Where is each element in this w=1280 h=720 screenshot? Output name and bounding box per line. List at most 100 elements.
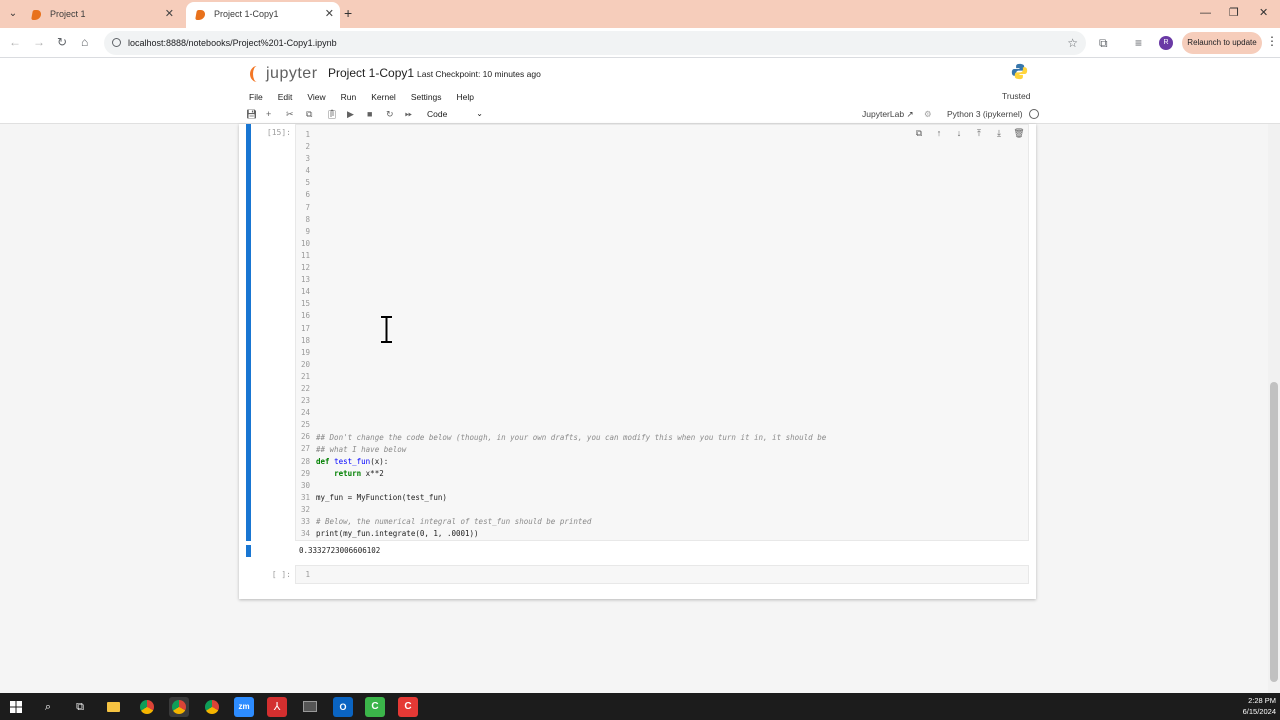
- jupyterlab-link[interactable]: JupyterLab ↗ ⚙: [862, 106, 932, 122]
- active-output-indicator: [246, 545, 251, 557]
- acrobat-icon[interactable]: ⅄: [267, 697, 287, 717]
- browser-tab-project-1[interactable]: Project 1 ✕: [22, 2, 180, 28]
- menu-view[interactable]: View: [307, 92, 325, 102]
- chrome-profile-icon[interactable]: [169, 697, 189, 717]
- line-number: 2: [305, 142, 310, 152]
- tab-title: Project 1: [50, 9, 86, 19]
- cut-icon[interactable]: ✂: [286, 106, 294, 122]
- settings-gear-icon[interactable]: ⚙: [924, 109, 932, 119]
- cell-type-select[interactable]: Code ⌄: [427, 106, 483, 122]
- duplicate-cell-icon[interactable]: ⧉: [913, 127, 925, 139]
- line-number: 27: [300, 444, 310, 454]
- address-bar[interactable]: localhost:8888/notebooks/Project%201-Cop…: [104, 31, 1086, 55]
- menu-file[interactable]: File: [249, 92, 263, 102]
- restart-icon[interactable]: ↻: [386, 106, 394, 122]
- jupyter-orbit-icon: [250, 66, 264, 82]
- menu-kernel[interactable]: Kernel: [371, 92, 396, 102]
- cell-execution-prompt: [15]:: [266, 128, 291, 137]
- notebook-title[interactable]: Project 1-Copy1: [328, 65, 414, 81]
- kernel-name[interactable]: Python 3 (ipykernel): [947, 106, 1023, 122]
- copy-icon[interactable]: ⧉: [306, 106, 312, 122]
- camtasia-icon[interactable]: C: [365, 697, 385, 717]
- trusted-indicator[interactable]: Trusted: [1002, 89, 1031, 103]
- empty-code-cell-editor[interactable]: 1: [295, 565, 1029, 584]
- cell-output: 0.3332723006606102: [299, 546, 381, 555]
- profile-avatar[interactable]: R: [1159, 36, 1173, 50]
- code-line-31: my_fun = MyFunction(test_fun): [316, 492, 447, 502]
- menu-bar: File Edit View Run Kernel Settings Help: [249, 90, 489, 104]
- last-checkpoint: Last Checkpoint: 10 minutes ago: [417, 69, 541, 79]
- line-number: 31: [300, 492, 310, 502]
- search-icon[interactable]: ⌕: [38, 697, 58, 717]
- windows-taskbar: ⌕ ⧉ zm ⅄ O C C 2:28 PM 6/15/2024: [0, 693, 1280, 720]
- insert-above-icon[interactable]: ⤒: [973, 127, 985, 139]
- insert-cell-plus-icon[interactable]: +: [266, 106, 271, 122]
- close-tab-icon[interactable]: ✕: [165, 2, 174, 26]
- stop-icon[interactable]: ■: [367, 106, 372, 122]
- paste-icon[interactable]: 📋︎: [326, 106, 337, 122]
- forward-icon[interactable]: →: [33, 34, 45, 50]
- line-number: 22: [300, 383, 310, 393]
- line-number: 20: [300, 359, 310, 369]
- scrollbar-thumb[interactable]: [1270, 382, 1278, 682]
- extension-icon[interactable]: ⧉: [1099, 35, 1108, 51]
- browser-menu-kebab-icon[interactable]: ⋮: [1266, 34, 1278, 48]
- line-number: 34: [300, 529, 310, 539]
- system-clock[interactable]: 2:28 PM 6/15/2024: [1236, 695, 1276, 717]
- chrome-icon[interactable]: [137, 697, 157, 717]
- jupyter-favicon-icon: [195, 10, 206, 20]
- run-icon[interactable]: ▶: [347, 106, 354, 122]
- code-cell-editor[interactable]: 1 2 3 4 5 6 7 8 9 10 11 12 13 14 15 16 17 18 19 20 21 22 23 24 2…: [295, 124, 1029, 541]
- browser-tab-strip: ⌄ Project 1 ✕ Project 1-Copy1 ✕ + — ❐ ✕: [0, 0, 1280, 28]
- restart-run-all-icon[interactable]: ⏩︎: [405, 106, 412, 122]
- close-tab-icon[interactable]: ✕: [325, 2, 334, 26]
- line-number: 33: [300, 517, 310, 526]
- restore-icon[interactable]: ❐: [1229, 5, 1239, 21]
- menu-edit[interactable]: Edit: [278, 92, 293, 102]
- back-icon[interactable]: ←: [9, 34, 21, 50]
- jupyter-favicon-icon: [31, 10, 42, 20]
- menu-settings[interactable]: Settings: [411, 92, 442, 102]
- window-close-icon[interactable]: ✕: [1259, 5, 1268, 21]
- windows-start-icon[interactable]: [6, 697, 26, 717]
- move-up-arrow-icon[interactable]: ↑: [933, 127, 945, 139]
- browser-tab-project-1-copy1[interactable]: Project 1-Copy1 ✕: [186, 2, 340, 28]
- line-number: 30: [300, 480, 310, 490]
- camtasia-recorder-icon[interactable]: C: [398, 697, 418, 717]
- code-line-34: print(my_fun.integrate(0, 1, .0001)): [316, 529, 479, 539]
- line-number: 17: [300, 323, 310, 333]
- reload-icon[interactable]: ↻: [57, 34, 67, 50]
- task-view-icon[interactable]: ⧉: [70, 697, 90, 717]
- line-number: 15: [300, 299, 310, 309]
- tab-title: Project 1-Copy1: [214, 9, 279, 19]
- delete-cell-trash-icon[interactable]: 🗑︎: [1013, 127, 1025, 139]
- move-down-arrow-icon[interactable]: ↓: [953, 127, 965, 139]
- new-tab-plus-icon[interactable]: +: [344, 5, 352, 21]
- line-number: 5: [305, 178, 310, 188]
- home-icon[interactable]: ⌂: [81, 34, 88, 50]
- line-number: 21: [300, 371, 310, 381]
- save-icon[interactable]: 💾︎: [246, 106, 257, 122]
- chrome-alt-icon[interactable]: [202, 697, 222, 717]
- jupyter-logo[interactable]: jupyter: [248, 63, 318, 85]
- media-controls-icon[interactable]: ≡: [1135, 35, 1142, 51]
- keyword-return: return: [334, 468, 362, 478]
- menu-help[interactable]: Help: [457, 92, 474, 102]
- outlook-icon[interactable]: O: [333, 697, 353, 717]
- file-explorer-icon[interactable]: [103, 697, 123, 717]
- zoom-icon[interactable]: zm: [234, 697, 254, 717]
- insert-below-icon[interactable]: ⤓: [993, 127, 1005, 139]
- code-line-29-rest: x**2: [361, 468, 384, 478]
- terminal-icon[interactable]: [300, 697, 320, 717]
- site-info-icon[interactable]: [112, 38, 121, 47]
- line-number: 29: [300, 468, 310, 478]
- tab-search-chevron-icon[interactable]: ⌄: [4, 5, 22, 23]
- line-number: 25: [300, 420, 310, 430]
- relaunch-to-update-button[interactable]: Relaunch to update: [1182, 32, 1262, 54]
- line-number: 9: [305, 226, 310, 236]
- menu-run[interactable]: Run: [341, 92, 357, 102]
- bookmark-star-icon[interactable]: ☆: [1067, 31, 1078, 55]
- minimize-icon[interactable]: —: [1200, 5, 1211, 21]
- page-scrollbar[interactable]: [1268, 124, 1280, 693]
- code-line-33: # Below, the numerical integral of test_…: [316, 517, 592, 527]
